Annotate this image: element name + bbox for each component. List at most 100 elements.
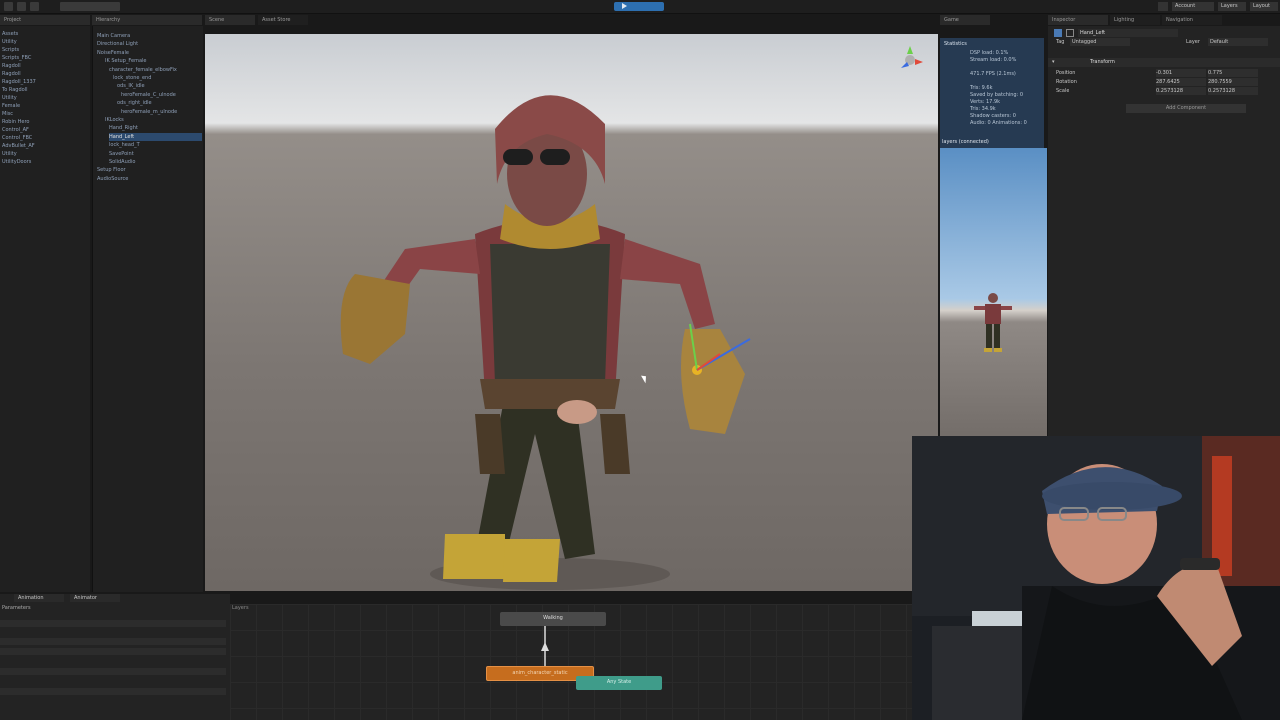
param-row[interactable] <box>0 688 226 695</box>
tab-animation[interactable]: Animation <box>14 594 64 602</box>
hierarchy-item[interactable]: SolidAudio <box>109 158 202 166</box>
hierarchy-item[interactable]: Hand_Left <box>109 132 202 141</box>
layout-dropdown[interactable]: Layout <box>1250 2 1278 11</box>
project-item[interactable]: Ragdoll <box>2 70 21 78</box>
transform-header[interactable]: ▾ Transform <box>1048 58 1280 67</box>
project-item[interactable]: Scripts <box>2 46 19 54</box>
play-controls[interactable] <box>614 2 664 11</box>
project-item[interactable]: AdvBullet_AF <box>2 142 35 150</box>
scale-label: Scale <box>1056 88 1070 94</box>
scale-x-field[interactable]: 0.2573128 <box>1156 87 1206 95</box>
hierarchy-item[interactable]: Directional Light <box>97 40 202 48</box>
project-item[interactable]: Control_FBC <box>2 134 32 142</box>
rotate-tool-icon[interactable] <box>30 2 39 11</box>
move-tool-icon[interactable] <box>17 2 26 11</box>
tab-scene[interactable]: Scene <box>205 15 255 25</box>
hand-tool-icon[interactable] <box>4 2 13 11</box>
hierarchy-item[interactable]: ods_right_idle <box>117 99 202 107</box>
tab-animator[interactable]: Animator <box>70 594 120 602</box>
project-item[interactable]: Female <box>2 102 20 110</box>
game-character-preview <box>974 293 1012 352</box>
stats-line: Verts: 17.9k <box>970 99 1001 105</box>
hierarchy-item[interactable]: AudioSource <box>97 175 202 183</box>
cloud-icon[interactable] <box>1158 2 1168 11</box>
params-tab[interactable]: Parameters <box>2 604 31 612</box>
tab-inspector[interactable]: Inspector <box>1048 15 1108 25</box>
layers-dropdown[interactable]: Layers <box>1218 2 1246 11</box>
tab-hierarchy[interactable]: Hierarchy <box>92 15 202 25</box>
project-item[interactable]: Misc <box>2 110 13 118</box>
project-panel: Assets Utility Scripts Scripts_FBC Ragdoll Ra… <box>0 26 90 592</box>
object-name-field[interactable]: Hand_Left <box>1078 29 1178 37</box>
transition-arrow-icon <box>541 626 549 670</box>
layers-tab[interactable]: Layers <box>232 604 249 612</box>
layer-label: Layer <box>1186 39 1200 45</box>
account-dropdown[interactable]: Account <box>1172 2 1214 11</box>
stats-line: Tris: 34.9k <box>970 106 996 112</box>
stats-line <box>970 64 1040 71</box>
project-item[interactable]: UtilityDoors <box>2 158 31 166</box>
rotation-x-field[interactable]: 287.6425 <box>1156 78 1206 86</box>
hierarchy-item[interactable]: heroFemale_m_ulnode <box>121 108 202 116</box>
layer-dropdown[interactable]: Default <box>1208 38 1268 46</box>
orientation-gizmo[interactable] <box>895 44 925 74</box>
hierarchy-item[interactable]: Main Camera <box>97 32 202 40</box>
parameters-panel: Animation Animator Parameters <box>0 594 230 720</box>
stats-line: Tris: 9.6k <box>970 85 993 91</box>
state-walking[interactable]: Walking <box>500 612 606 626</box>
hierarchy-item[interactable]: character_female_elbowFix <box>109 66 202 74</box>
tab-asset-store[interactable]: Asset Store <box>258 15 308 25</box>
param-row[interactable] <box>0 668 226 675</box>
project-item[interactable]: Scripts_FBC <box>2 54 31 62</box>
tag-dropdown[interactable]: Untagged <box>1070 38 1130 46</box>
tab-project[interactable]: Project <box>0 15 90 25</box>
project-item[interactable]: Control_AF <box>2 126 29 134</box>
hierarchy-item[interactable]: SavePoint <box>109 150 202 158</box>
position-y-field[interactable]: 0.775 <box>1208 69 1258 77</box>
scale-y-field[interactable]: 0.2573128 <box>1208 87 1258 95</box>
project-item[interactable]: Ragdoll <box>2 62 21 70</box>
project-item[interactable]: Utility <box>2 94 17 102</box>
stats-line: Stream load: 0.0% <box>970 57 1017 63</box>
active-checkbox[interactable] <box>1066 29 1074 37</box>
project-item[interactable]: Assets <box>2 30 18 38</box>
play-icon[interactable] <box>622 3 627 9</box>
state-any[interactable]: Any State <box>576 676 662 690</box>
param-row[interactable] <box>0 638 226 645</box>
scene-view[interactable] <box>205 34 938 591</box>
hierarchy-item[interactable]: IK Setup_Female <box>105 57 202 65</box>
project-item[interactable]: Utility <box>2 38 17 46</box>
add-component-button[interactable]: Add Component <box>1126 104 1246 113</box>
rotation-y-field[interactable]: 280.7559 <box>1208 78 1258 86</box>
hierarchy-item[interactable]: Setup Floor <box>97 166 202 174</box>
hierarchy-item[interactable]: lock_head_T <box>109 141 202 149</box>
main-toolbar: Account Layers Layout <box>0 0 1280 14</box>
tag-label: Tag <box>1056 39 1065 45</box>
stats-line: 471.7 FPS (2.1ms) <box>970 71 1016 77</box>
hierarchy-item[interactable]: ods_IK_idle <box>117 82 202 90</box>
project-item[interactable]: To Ragdoll <box>2 86 27 94</box>
pivot-toggle[interactable] <box>60 2 120 11</box>
param-row[interactable] <box>0 620 226 627</box>
hierarchy-item[interactable]: heroFemale_C_ulnode <box>121 91 202 99</box>
animator-graph[interactable]: Layers Walking anim_character_static Any… <box>230 604 912 720</box>
tab-navigation[interactable]: Navigation <box>1162 15 1222 25</box>
param-row[interactable] <box>0 648 226 655</box>
game-view[interactable] <box>940 148 1047 438</box>
hierarchy-item[interactable]: Hand_Right <box>109 124 202 132</box>
project-item[interactable]: Utility <box>2 150 17 158</box>
transform-arrow-icon[interactable]: ▾ <box>1052 58 1055 66</box>
axis-gizmo-icon[interactable] <box>895 44 925 74</box>
hierarchy-panel: Main Camera Directional Light NoiseFemale I… <box>92 26 203 592</box>
hierarchy-item[interactable]: IKLocks <box>105 116 202 124</box>
tab-game[interactable]: Game <box>940 15 990 25</box>
tab-lighting[interactable]: Lighting <box>1110 15 1160 25</box>
stats-line: Shadow casters: 0 <box>970 113 1016 119</box>
hierarchy-item[interactable]: lock_stone_end <box>113 74 202 82</box>
character-model <box>340 95 751 590</box>
stats-line: Saved by batching: 0 <box>970 92 1024 98</box>
project-item[interactable]: Ragdoll_1337 <box>2 78 36 86</box>
position-x-field[interactable]: -0.301 <box>1156 69 1206 77</box>
hierarchy-item[interactable]: NoiseFemale <box>97 49 202 57</box>
project-item[interactable]: Robin Hero <box>2 118 29 126</box>
